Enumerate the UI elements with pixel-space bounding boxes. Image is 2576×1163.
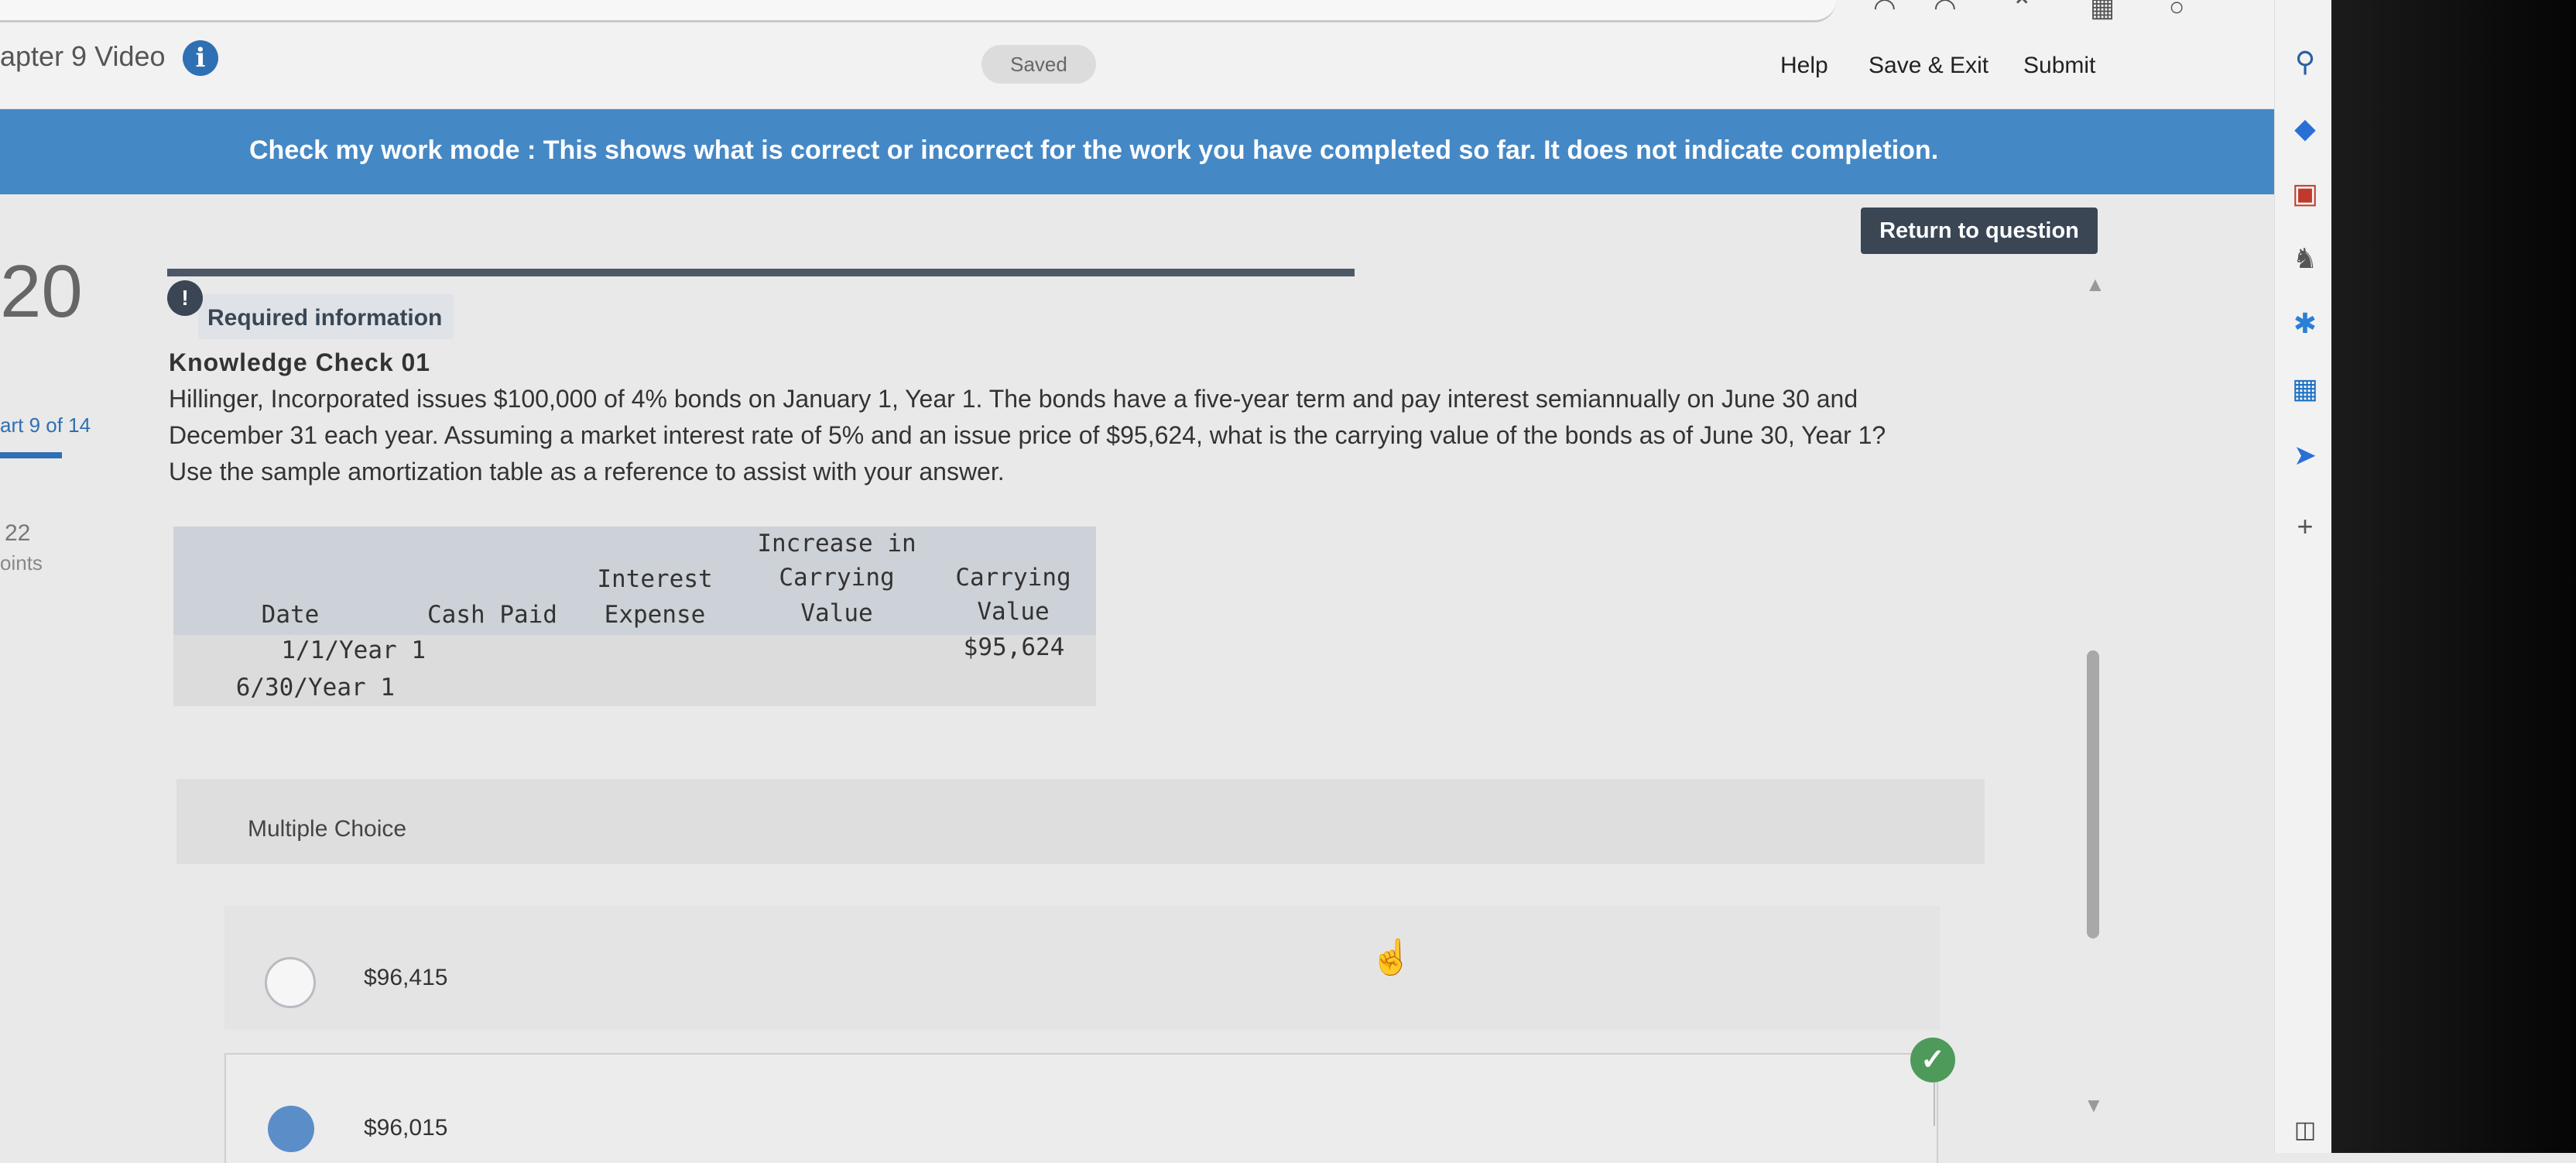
required-info-box[interactable]: Required information [198, 294, 454, 339]
tag-icon[interactable]: ◆ [2290, 113, 2321, 144]
copilot-icon[interactable]: ✱ [2290, 308, 2321, 339]
question-number: 20 [0, 250, 83, 333]
table-header-increase: Carrying [779, 564, 895, 592]
points-value: 22 [5, 520, 31, 546]
question-text: Hillinger, Incorporated issues $100,000 … [169, 381, 1995, 490]
table-cell-carrying-value: $95,624 [963, 633, 1065, 661]
help-link[interactable]: Help [1780, 53, 1828, 79]
part-label: art 9 [0, 413, 41, 437]
banner-text: Check my work mode : This shows what is … [249, 136, 1939, 165]
table-header-interest: Expense [604, 601, 706, 629]
save-exit-link[interactable]: Save & Exit [1869, 53, 1989, 79]
check-connector [1934, 1082, 1935, 1126]
table-header-increase: Increase in [757, 530, 916, 557]
toolbox-icon[interactable]: ▣ [2290, 178, 2321, 209]
table-header-carrying: Carrying [955, 564, 1071, 592]
multiple-choice-label: Multiple Choice [248, 816, 407, 842]
send-icon[interactable]: ➤ [2290, 440, 2321, 471]
top-cropped-icon[interactable]: ▦ [2090, 0, 2115, 23]
top-cropped-icon[interactable]: ◠ [1873, 0, 1896, 23]
search-icon[interactable]: ⚲ [2290, 46, 2321, 77]
question-line: Hillinger, Incorporated issues $100,000 … [169, 385, 1858, 413]
hand-cursor-icon: ☝ [1370, 938, 1413, 976]
tab-bar-edge [0, 0, 1836, 22]
check-work-banner: Check my work mode : This shows what is … [0, 109, 2274, 194]
part-progress-bar [0, 452, 62, 458]
option-row[interactable] [224, 906, 1940, 1030]
table-header-carrying: Value [977, 598, 1050, 626]
option-text[interactable]: $96,015 [364, 1115, 447, 1141]
saved-status: Saved [981, 45, 1096, 84]
question-progress-line [167, 269, 1355, 276]
option-text[interactable]: $96,415 [364, 965, 447, 991]
question-heading: Knowledge Check 01 [169, 348, 431, 376]
multiple-choice-header [176, 779, 1985, 864]
submit-link[interactable]: Submit [2023, 53, 2095, 79]
question-line: December 31 each year. Assuming a market… [169, 421, 1886, 449]
info-icon[interactable]: i [183, 40, 218, 76]
points-label: oints [0, 551, 43, 575]
top-cropped-icon[interactable]: ◠ [1934, 0, 1957, 23]
chapter-title: apter 9 Video [0, 40, 166, 72]
table-cell-date: 6/30/Year 1 [235, 674, 395, 702]
question-line: Use the sample amortization table as a r… [169, 458, 1005, 485]
plus-icon[interactable]: + [2290, 511, 2321, 542]
outlook-icon[interactable]: ▦ [2290, 373, 2321, 404]
selected-option-row[interactable] [224, 1053, 1938, 1163]
table-header-interest: Interest [597, 565, 713, 593]
radio-button[interactable] [265, 957, 316, 1008]
top-cropped-icon[interactable]: ○ [2169, 0, 2185, 22]
required-info-label: Required information [207, 305, 443, 331]
part-indicator: art 9 of 14 [0, 413, 91, 437]
alert-icon: ! [167, 280, 203, 316]
dark-fade [2331, 0, 2576, 1153]
return-to-question-button[interactable]: Return to question [1861, 208, 2098, 254]
table-header-cash-paid: Cash Paid [427, 601, 557, 629]
panel-icon[interactable]: ◫ [2290, 1115, 2321, 1146]
correct-check-icon: ✓ [1910, 1038, 1955, 1082]
scroll-up-icon[interactable]: ▲ [2085, 273, 2105, 297]
radio-button-selected[interactable] [268, 1106, 314, 1152]
part-of: of 14 [46, 413, 91, 437]
table-cell-date: 1/1/Year 1 [281, 636, 426, 664]
table-header-date: Date [261, 601, 320, 629]
scrollbar-thumb[interactable] [2087, 650, 2099, 938]
table-header-increase: Value [800, 599, 873, 627]
chess-icon[interactable]: ♞ [2290, 243, 2321, 274]
top-cropped-icon[interactable]: ⌃ [2011, 0, 2033, 23]
scroll-down-icon[interactable]: ▼ [2084, 1093, 2104, 1117]
browser-sidebar [2274, 0, 2332, 1153]
dark-background [2331, 0, 2576, 1153]
